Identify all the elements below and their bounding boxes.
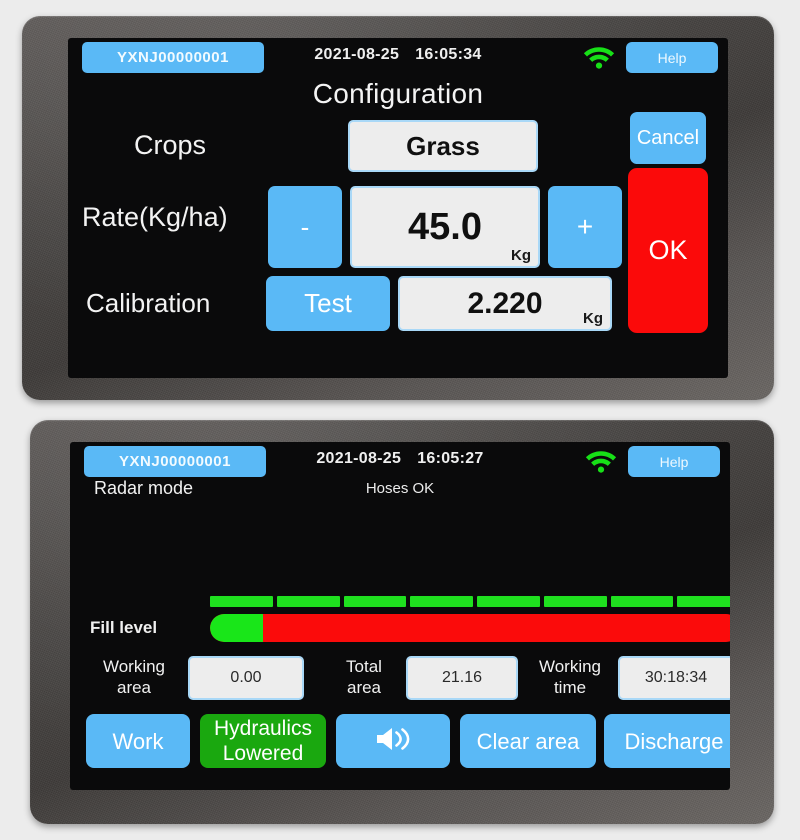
working-area-value-field[interactable]: 0.00 — [188, 656, 304, 700]
calibration-unit: Kg — [583, 310, 603, 327]
rate-increment-button[interactable]: + — [548, 186, 622, 268]
screenshot-root: YXNJ00000001 2021-08-25 16:05:34 Help Con… — [0, 0, 800, 840]
cancel-button[interactable]: Cancel — [630, 112, 706, 164]
total-area-label-line2: area — [346, 678, 382, 697]
fill-level-bar — [210, 614, 730, 642]
ok-button[interactable]: OK — [628, 168, 708, 333]
configuration-screen: YXNJ00000001 2021-08-25 16:05:34 Help Con… — [68, 38, 728, 378]
working-time-label-line1: Working — [538, 657, 602, 676]
rate-value-field[interactable]: 45.0 Kg — [350, 186, 540, 268]
working-time-label: Working time — [522, 656, 618, 698]
time-text: 16:05:27 — [417, 450, 484, 467]
date-text: 2021-08-25 — [316, 450, 402, 467]
work-button[interactable]: Work — [86, 714, 190, 768]
calibration-value: 2.220 — [467, 286, 543, 320]
fill-level-segment — [210, 596, 273, 607]
fill-level-segment — [543, 596, 607, 607]
fill-level-segment — [343, 596, 407, 607]
working-area-label-line1: Working — [102, 657, 166, 676]
device-bezel-bottom: YXNJ00000001 2021-08-25 16:05:27 Help Rad… — [30, 420, 774, 824]
stats-row: Working area 0.00 Total area 21.16 Worki… — [84, 654, 730, 702]
time-text: 16:05:34 — [415, 46, 482, 63]
fill-level-segment — [677, 596, 730, 607]
wifi-icon — [584, 446, 618, 474]
total-area-value-field[interactable]: 21.16 — [406, 656, 518, 700]
rate-label: Rate(Kg/ha) — [82, 202, 228, 232]
calibration-test-button[interactable]: Test — [266, 276, 390, 331]
total-area-label-line1: Total — [346, 657, 382, 676]
fill-level-label: Fill level — [90, 618, 158, 637]
fill-level-segment — [276, 596, 340, 607]
crops-label: Crops — [134, 130, 207, 160]
discharge-button[interactable]: Discharge — [604, 714, 730, 768]
action-button-row: Work Hydraulics Lowered Clear area Disch… — [86, 714, 730, 768]
fill-level-segment — [410, 596, 473, 607]
hydraulics-status-button[interactable]: Hydraulics Lowered — [200, 714, 326, 768]
speaker-volume-icon — [372, 724, 414, 759]
hydraulics-label-line1: Hydraulics — [213, 717, 313, 740]
help-button[interactable]: Help — [626, 42, 718, 73]
statusbar-bottom: YXNJ00000001 2021-08-25 16:05:27 Help — [70, 442, 730, 478]
working-time-label-line2: time — [553, 678, 587, 697]
working-area-label: Working area — [86, 656, 182, 698]
statusbar-top: YXNJ00000001 2021-08-25 16:05:34 Help — [68, 38, 728, 74]
crops-value: Grass — [406, 130, 480, 161]
hoses-status-text: Hoses OK — [365, 480, 435, 497]
page-title: Configuration — [312, 78, 484, 109]
working-time-value-field[interactable]: 30:18:34 — [618, 656, 730, 700]
status-sub-row: Radar mode Hoses OK — [70, 478, 730, 502]
help-button[interactable]: Help — [628, 446, 720, 477]
configuration-form: Crops Grass Rate(Kg/ha) - 45.0 Kg + Cali… — [68, 112, 728, 366]
rate-unit: Kg — [511, 247, 531, 264]
calibration-label: Calibration — [86, 288, 211, 318]
rate-decrement-button[interactable]: - — [268, 186, 342, 268]
fill-level-indicator — [210, 614, 263, 642]
fill-level-segment — [610, 596, 674, 607]
fill-level-segment — [477, 596, 540, 607]
operation-screen: YXNJ00000001 2021-08-25 16:05:27 Help Rad… — [70, 442, 730, 790]
calibration-value-field[interactable]: 2.220 Kg — [398, 276, 612, 331]
clear-area-button[interactable]: Clear area — [460, 714, 596, 768]
device-bezel-top: YXNJ00000001 2021-08-25 16:05:34 Help Con… — [22, 16, 774, 400]
wifi-icon — [582, 42, 616, 70]
crops-value-field[interactable]: Grass — [348, 120, 538, 172]
fill-level-segments — [210, 596, 730, 607]
date-text: 2021-08-25 — [314, 46, 400, 63]
speaker-volume-button[interactable] — [336, 714, 450, 768]
working-area-label-line2: area — [116, 678, 152, 697]
hydraulics-label-line2: Lowered — [222, 742, 304, 765]
rate-value: 45.0 — [408, 205, 482, 248]
total-area-label: Total area — [322, 656, 406, 698]
